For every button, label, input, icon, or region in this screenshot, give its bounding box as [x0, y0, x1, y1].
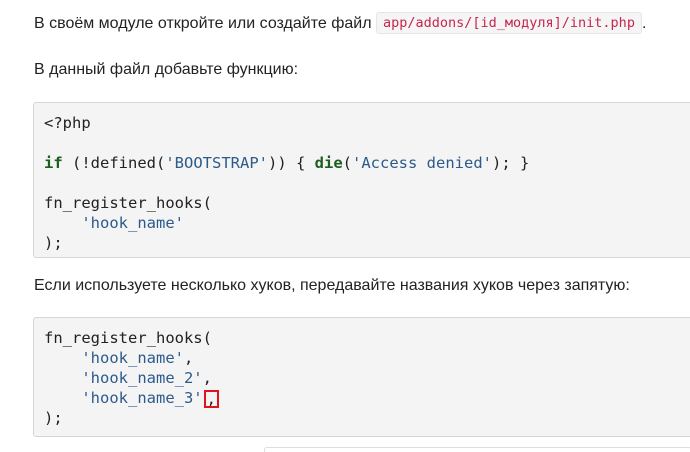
intro-text: В своём модуле откройте или создайте фай…	[34, 15, 372, 32]
add-function-paragraph: В данный файл добавьте функцию:	[34, 61, 299, 78]
die-close: ); }	[491, 154, 530, 172]
multiple-hooks-paragraph: Если используете несколько хуков, переда…	[34, 277, 630, 294]
code-closing: );	[44, 234, 63, 252]
keyword-if: if	[44, 154, 63, 172]
code-hook-arg-2: 'hook_name_2',	[44, 368, 212, 388]
intro-period: .	[641, 15, 647, 32]
code-hook-arg: 'hook_name'	[44, 213, 184, 233]
string-hook-name-2: 'hook_name_2'	[81, 369, 203, 387]
file-path-code: app/addons/[id_модуля]/init.php	[375, 12, 642, 34]
next-element-edge	[264, 447, 690, 452]
code-block-basic: <?php if (!defined('BOOTSTRAP')) { die('…	[33, 102, 690, 258]
code-hook-arg-3: 'hook_name_3',	[44, 388, 219, 408]
string-hook-name-3: 'hook_name_3'	[81, 389, 203, 407]
intro-paragraph: В своём модуле откройте или создайте фай…	[34, 12, 646, 34]
code-fn-register-hooks-multi: fn_register_hooks(	[44, 329, 212, 347]
condition-close: )) {	[267, 154, 315, 172]
comma: ,	[202, 369, 212, 387]
code-hook-arg-1: 'hook_name',	[44, 348, 193, 368]
code-php-open-tag: <?php	[44, 113, 91, 133]
code-block-multiple: fn_register_hooks( 'hook_name', 'hook_na…	[33, 317, 690, 437]
string-hook-name: 'hook_name'	[81, 214, 184, 232]
string-hook-name-1: 'hook_name'	[81, 349, 184, 367]
condition-open: (!defined(	[62, 154, 166, 172]
highlighted-trailing-comma: ,	[203, 390, 219, 408]
die-open: (	[342, 154, 352, 172]
code-closing-multi: );	[44, 409, 63, 427]
code-bootstrap-check: if (!defined('BOOTSTRAP')) { die('Access…	[44, 153, 529, 173]
code-fn-register-hooks: fn_register_hooks(	[44, 194, 212, 212]
string-access-denied: 'Access denied'	[352, 154, 492, 172]
comma: ,	[183, 349, 194, 367]
keyword-die: die	[314, 154, 343, 172]
string-bootstrap: 'BOOTSTRAP'	[165, 154, 268, 172]
php-open-tag: <?php	[44, 114, 91, 132]
